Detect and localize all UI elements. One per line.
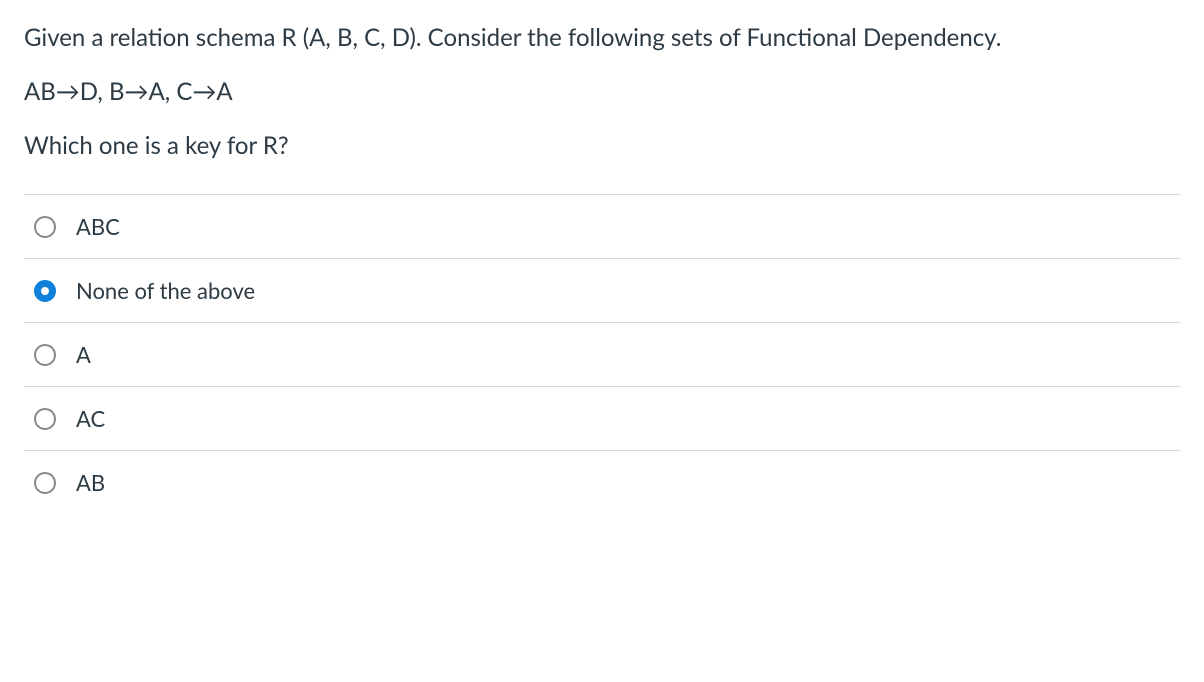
question-line-3: Which one is a key for R? bbox=[24, 128, 1180, 164]
option-label: ABC bbox=[76, 213, 120, 240]
question-text: Given a relation schema R (A, B, C, D). … bbox=[24, 20, 1180, 164]
radio-icon bbox=[34, 344, 56, 366]
options-list: ABC None of the above A AC AB bbox=[24, 194, 1180, 514]
radio-icon bbox=[34, 472, 56, 494]
radio-icon bbox=[34, 408, 56, 430]
option-row[interactable]: AC bbox=[24, 386, 1180, 450]
option-row[interactable]: ABC bbox=[24, 194, 1180, 258]
question-line-1: Given a relation schema R (A, B, C, D). … bbox=[24, 20, 1180, 56]
radio-icon bbox=[34, 216, 56, 238]
option-label: AC bbox=[76, 405, 105, 432]
option-row[interactable]: None of the above bbox=[24, 258, 1180, 322]
option-row[interactable]: AB bbox=[24, 450, 1180, 514]
option-row[interactable]: A bbox=[24, 322, 1180, 386]
option-label: AB bbox=[76, 469, 105, 496]
question-line-2: AB→D, B→A, C→A bbox=[24, 74, 1180, 110]
option-label: None of the above bbox=[76, 277, 255, 304]
radio-icon bbox=[34, 280, 56, 302]
option-label: A bbox=[76, 341, 91, 368]
